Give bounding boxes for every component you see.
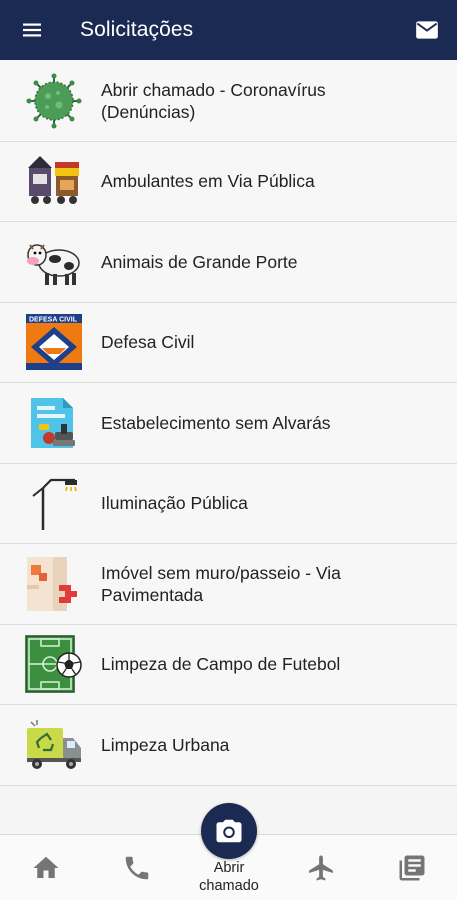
app-bar: Solicitações bbox=[0, 0, 457, 60]
cow-icon bbox=[25, 233, 83, 291]
mail-icon bbox=[416, 21, 438, 39]
list-item-civil-defense[interactable]: DEFESA CIVIL Defesa Civil bbox=[0, 302, 457, 383]
nav-news-button[interactable] bbox=[372, 835, 452, 900]
list-item-permits[interactable]: Estabelecimento sem Alvarás bbox=[0, 383, 457, 464]
coronavirus-icon bbox=[25, 72, 83, 130]
news-icon bbox=[399, 855, 425, 881]
broken-wall-icon bbox=[25, 555, 83, 613]
permit-stamp-icon bbox=[25, 394, 83, 452]
list-item-property-no-wall[interactable]: Imóvel sem muro/passeio - Via Pavimentad… bbox=[0, 544, 457, 625]
open-request-label-line2: chamado bbox=[199, 878, 259, 894]
civil-defense-logo-text: DEFESA CIVIL bbox=[29, 317, 78, 324]
civil-defense-logo-icon: DEFESA CIVIL bbox=[25, 313, 83, 371]
item-label-line1: Estabelecimento sem Alvarás bbox=[101, 412, 331, 433]
nav-home-button[interactable] bbox=[6, 835, 86, 900]
item-label-line1: Defesa Civil bbox=[101, 332, 195, 353]
item-label-line1: Iluminação Pública bbox=[101, 493, 248, 514]
item-label-line2: Pavimentada bbox=[101, 584, 204, 605]
page-title: Solicitações bbox=[80, 18, 194, 41]
item-label-line1: Limpeza de Campo de Futebol bbox=[101, 654, 341, 675]
nav-phone-button[interactable] bbox=[97, 835, 177, 900]
list-item-soccer-field[interactable]: Limpeza de Campo de Futebol bbox=[0, 624, 457, 705]
phone-icon bbox=[125, 856, 149, 880]
item-label-line1: Ambulantes em Via Pública bbox=[101, 171, 315, 192]
list-item-street-lighting[interactable]: Iluminação Pública bbox=[0, 463, 457, 544]
airplane-icon bbox=[309, 855, 333, 881]
camera-icon bbox=[216, 819, 242, 843]
garbage-truck-icon bbox=[25, 716, 83, 774]
menu-button[interactable] bbox=[0, 0, 64, 60]
requests-list: Abrir chamado - Coronavírus (Denúncias) … bbox=[0, 61, 457, 834]
item-label-line1: Limpeza Urbana bbox=[101, 734, 230, 755]
item-label-line1: Abrir chamado - Coronavírus bbox=[101, 79, 326, 100]
hamburger-menu-icon bbox=[23, 23, 41, 37]
item-label-line1: Animais de Grande Porte bbox=[101, 251, 298, 272]
open-request-camera-button[interactable] bbox=[201, 803, 257, 859]
nav-airplane-button[interactable] bbox=[281, 835, 361, 900]
list-item-street-vendors[interactable]: Ambulantes em Via Pública bbox=[0, 141, 457, 222]
street-lamp-icon bbox=[25, 474, 83, 532]
soccer-field-icon bbox=[25, 635, 83, 693]
list-item-large-animals[interactable]: Animais de Grande Porte bbox=[0, 222, 457, 303]
list-item-coronavirus[interactable]: Abrir chamado - Coronavírus (Denúncias) bbox=[0, 61, 457, 142]
street-vendor-icon bbox=[25, 152, 83, 210]
item-label-line2: (Denúncias) bbox=[101, 101, 196, 122]
home-icon bbox=[33, 856, 59, 878]
list-item-urban-cleaning[interactable]: Limpeza Urbana bbox=[0, 705, 457, 786]
open-request-label[interactable]: Abrir chamado bbox=[178, 859, 280, 895]
open-request-label-line1: Abrir bbox=[213, 860, 245, 876]
item-label-line1: Imóvel sem muro/passeio - Via bbox=[101, 562, 341, 583]
mail-button[interactable] bbox=[397, 0, 457, 60]
